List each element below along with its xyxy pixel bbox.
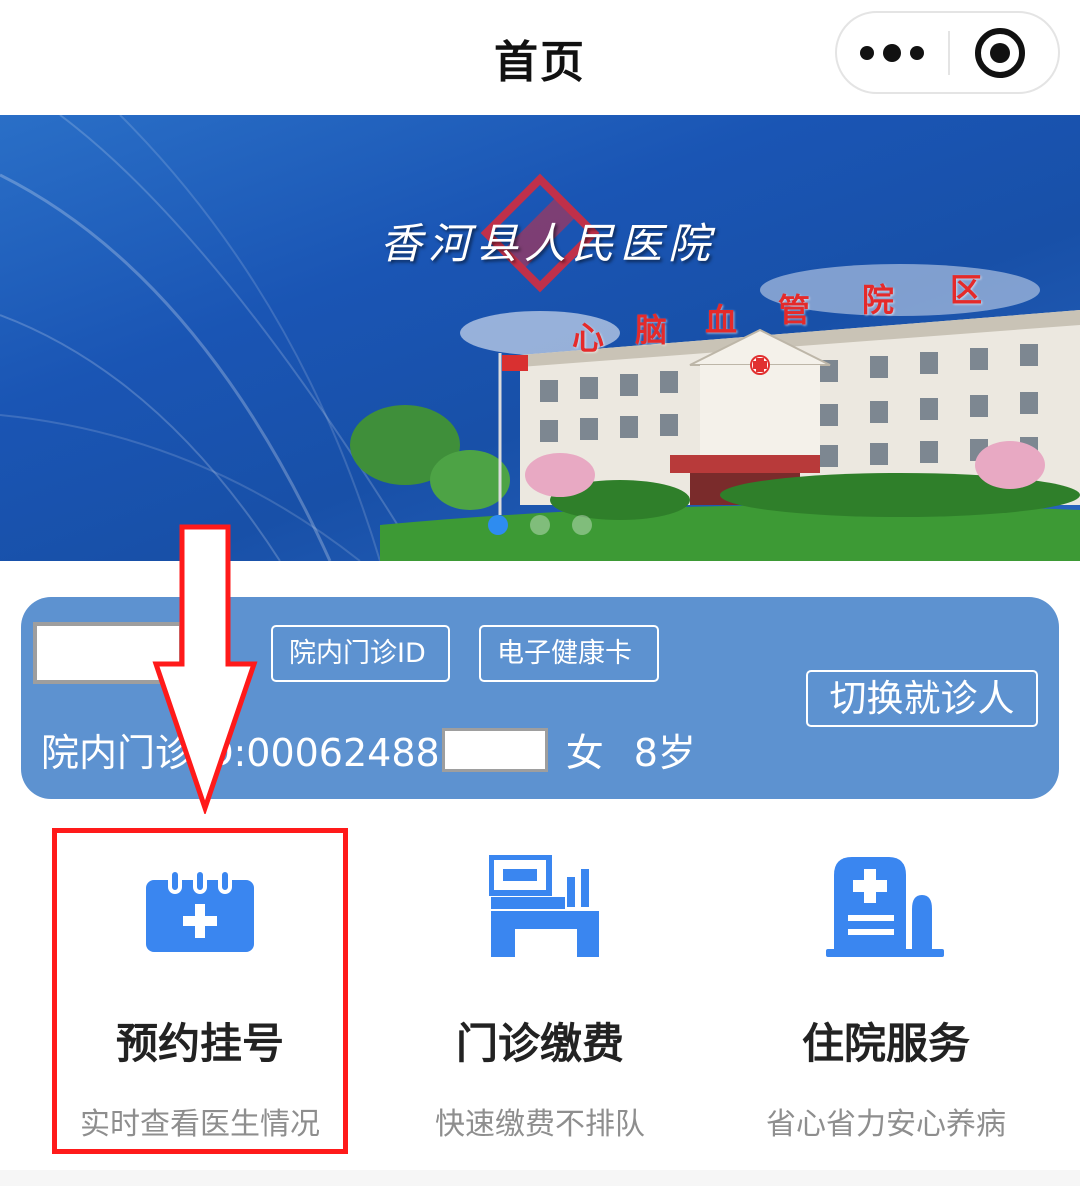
id-redaction-box — [441, 727, 548, 772]
patient-name-redacted — [33, 622, 183, 684]
payment-terminal-icon — [489, 855, 599, 957]
outpatient-id-text: 院内门诊ID:00062488 — [41, 731, 440, 775]
patient-id-line: 院内门诊ID:00062488 女 8岁 — [41, 722, 696, 777]
roof-sign-char: 区 — [950, 271, 983, 309]
service-subtitle: 快速缴费不排队 — [435, 1107, 645, 1142]
service-label: 住院服务 — [801, 1019, 970, 1068]
hospital-banner[interactable]: 香河县人民医院 心 脑 血 管 院 区 — [0, 115, 1080, 561]
carousel-dot[interactable] — [488, 515, 508, 535]
roof-sign-char: 院 — [862, 281, 895, 319]
mini-program-capsule — [835, 11, 1060, 94]
service-appointment[interactable]: 预约挂号 实时查看医生情况 — [20, 832, 380, 1152]
health-card-button[interactable]: 电子健康卡 — [479, 625, 659, 682]
hospital-name: 香河县人民医院 — [380, 219, 717, 268]
outpatient-id-button[interactable]: 院内门诊ID — [271, 625, 450, 682]
capsule-divider — [948, 31, 950, 75]
carousel-dot[interactable] — [572, 515, 592, 535]
roof-sign-char: 血 — [705, 301, 738, 339]
service-outpatient-payment[interactable]: 门诊缴费 快速缴费不排队 — [360, 832, 720, 1152]
service-label: 门诊缴费 — [455, 1019, 624, 1068]
more-dots-icon[interactable] — [837, 13, 947, 92]
patient-sex: 女 — [565, 731, 604, 775]
carousel-indicators — [488, 515, 592, 535]
switch-patient-button[interactable]: 切换就诊人 — [806, 670, 1038, 727]
roof-sign-char: 管 — [778, 291, 811, 329]
title-bar: 首页 — [0, 0, 1080, 115]
roof-sign-char: 脑 — [635, 311, 668, 349]
roof-sign-char: 心 — [572, 319, 605, 357]
patient-card: 院内门诊ID 电子健康卡 切换就诊人 院内门诊ID:00062488 女 8岁 — [21, 597, 1059, 799]
service-label: 预约挂号 — [115, 1019, 284, 1068]
service-subtitle: 实时查看医生情况 — [80, 1107, 320, 1142]
calendar-plus-icon — [146, 870, 254, 952]
carousel-dot[interactable] — [530, 515, 550, 535]
target-circle-icon[interactable] — [975, 28, 1025, 78]
banner-illustration — [0, 115, 1080, 561]
hospital-bed-icon — [826, 857, 944, 957]
service-inpatient[interactable]: 住院服务 省心省力安心养病 — [706, 832, 1066, 1152]
service-subtitle: 省心省力安心养病 — [766, 1107, 1006, 1142]
bottom-divider — [0, 1170, 1080, 1186]
patient-age: 8岁 — [633, 731, 696, 775]
